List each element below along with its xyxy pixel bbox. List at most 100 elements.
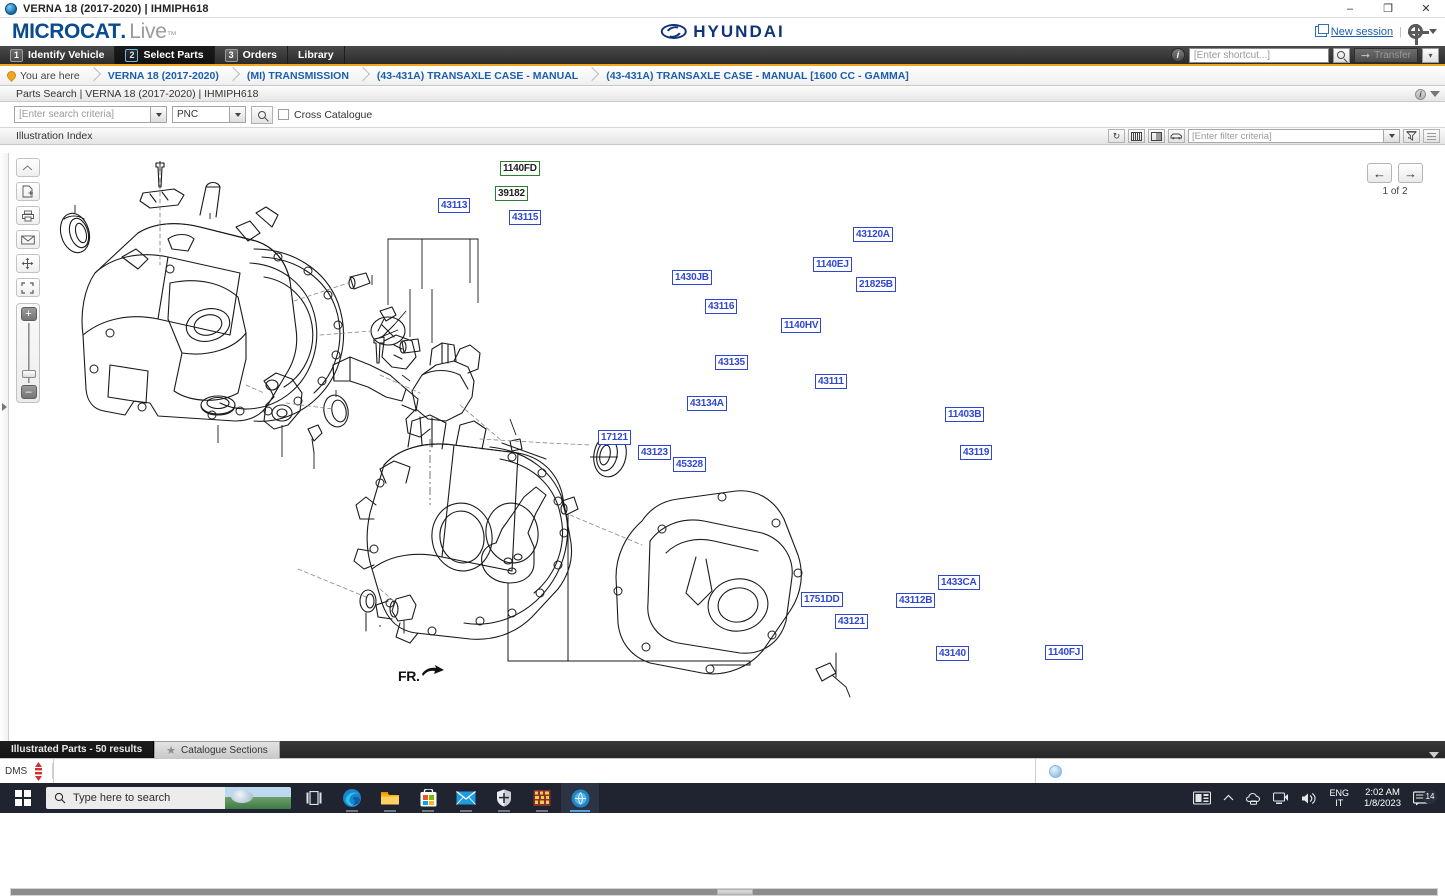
illustration-canvas[interactable]: + – ← → 1 of 2 — [0, 153, 1445, 741]
part-callout-43119[interactable]: 43119 — [960, 445, 992, 460]
collapse-panel-icon[interactable] — [1430, 91, 1440, 97]
breadcrumb-you-are-here: You are here — [16, 66, 89, 85]
new-page-icon[interactable] — [16, 182, 40, 201]
scrollbar-thumb[interactable] — [717, 889, 753, 895]
shortcut-input[interactable]: [Enter shortcut...] — [1189, 48, 1329, 63]
nav-tab-identify-vehicle[interactable]: 1 Identify Vehicle — [0, 46, 115, 64]
new-session-button[interactable]: New session — [1315, 26, 1393, 38]
part-callout-43134A[interactable]: 43134A — [687, 396, 727, 411]
horizontal-scrollbar[interactable] — [10, 888, 1438, 896]
part-callout-43115[interactable]: 43115 — [509, 210, 541, 225]
part-callout-43140[interactable]: 43140 — [936, 646, 969, 661]
collapse-up-icon[interactable] — [16, 158, 40, 177]
expand-panel-icon[interactable] — [2, 403, 7, 411]
start-button[interactable] — [0, 783, 46, 813]
breadcrumb-item-transaxle-case[interactable]: (43-431A) TRANSAXLE CASE - MANUAL — [368, 66, 587, 85]
edge-icon[interactable] — [333, 783, 371, 813]
transfer-dropdown-button[interactable]: ▾ — [1422, 48, 1439, 63]
part-callout-1140HV[interactable]: 1140HV — [781, 318, 821, 333]
nav-tab-select-parts[interactable]: 2 Select Parts — [115, 46, 214, 64]
refresh-icon[interactable]: ↻ — [1108, 129, 1125, 143]
part-callout-43135[interactable]: 43135 — [715, 355, 748, 370]
part-callout-1751DD[interactable]: 1751DD — [801, 592, 843, 607]
pan-icon[interactable] — [16, 254, 40, 273]
funnel-icon[interactable] — [1403, 129, 1420, 143]
task-view-icon[interactable] — [295, 783, 333, 813]
gear-icon[interactable] — [1408, 24, 1423, 39]
nav-tab-orders[interactable]: 3 Orders — [215, 46, 288, 64]
part-callout-17121[interactable]: 17121 — [598, 430, 631, 445]
list-menu-icon[interactable] — [1423, 129, 1440, 143]
zoom-slider[interactable]: + – — [16, 303, 40, 403]
microsoft-store-icon[interactable] — [409, 783, 447, 813]
zoom-out-button[interactable]: – — [21, 385, 37, 399]
part-callout-43116[interactable]: 43116 — [705, 299, 737, 314]
part-callout-1140FJ[interactable]: 1140FJ — [1045, 645, 1083, 660]
close-button[interactable]: ✕ — [1407, 0, 1445, 18]
connection-icon[interactable] — [34, 762, 43, 781]
mail-icon[interactable] — [447, 783, 485, 813]
tab-catalogue-sections[interactable]: ★ Catalogue Sections — [154, 741, 280, 758]
language-indicator[interactable]: ENG IT — [1323, 788, 1357, 808]
breadcrumb-item-vehicle[interactable]: VERNA 18 (2017-2020) — [99, 66, 228, 85]
part-callout-1430JB[interactable]: 1430JB — [672, 270, 712, 285]
part-callout-39182[interactable]: 39182 — [495, 186, 528, 201]
column-view-icon[interactable] — [1148, 129, 1165, 143]
part-callout-1140EJ[interactable]: 1140EJ — [813, 257, 852, 272]
part-callout-1140FD[interactable]: 1140FD — [500, 161, 540, 176]
search-input[interactable]: [Enter search criteria] — [14, 106, 151, 123]
nav-tab-library[interactable]: Library — [288, 46, 345, 64]
cross-catalogue-checkbox[interactable] — [278, 109, 289, 120]
transfer-button[interactable]: ➞ Transfer — [1354, 48, 1418, 63]
taskbar-search-box[interactable]: Type here to search — [46, 787, 291, 809]
grid-view-icon[interactable] — [1128, 129, 1145, 143]
shortcut-search-button[interactable] — [1333, 48, 1350, 63]
zoom-in-button[interactable]: + — [21, 307, 37, 321]
microcat-icon[interactable] — [561, 783, 599, 813]
part-callout-45328[interactable]: 45328 — [673, 457, 706, 472]
filter-input[interactable]: [Enter filter criteria] — [1188, 129, 1384, 143]
onedrive-icon[interactable] — [1240, 792, 1267, 805]
fit-screen-icon[interactable] — [16, 278, 40, 297]
file-explorer-icon[interactable] — [371, 783, 409, 813]
info-icon[interactable]: i — [1171, 48, 1185, 62]
part-callout-43123[interactable]: 43123 — [638, 445, 671, 460]
parts-search-button[interactable] — [251, 106, 273, 124]
email-icon[interactable] — [16, 230, 40, 249]
minimize-button[interactable]: – — [1331, 0, 1369, 18]
part-callout-1433CA[interactable]: 1433CA — [938, 575, 980, 590]
breadcrumb-item-transaxle-case-gamma[interactable]: (43-431A) TRANSAXLE CASE - MANUAL [1600 … — [597, 66, 918, 85]
exploded-parts-diagram[interactable]: 1140FD3918243113431151430JB4311643120A11… — [50, 153, 1340, 723]
part-callout-43113[interactable]: 43113 — [438, 198, 470, 213]
filter-dropdown[interactable] — [1384, 129, 1400, 143]
search-history-dropdown[interactable] — [151, 106, 167, 123]
part-callout-43120A[interactable]: 43120A — [853, 227, 893, 242]
tablet-mode-icon[interactable] — [1187, 791, 1217, 805]
chevron-down-icon[interactable] — [1429, 29, 1437, 34]
part-callout-43121[interactable]: 43121 — [835, 614, 868, 629]
part-callout-21825B[interactable]: 21825B — [856, 277, 896, 292]
tab-illustrated-parts[interactable]: Illustrated Parts - 50 results — [0, 741, 154, 758]
network-icon[interactable] — [1267, 792, 1295, 805]
next-page-button[interactable]: → — [1398, 163, 1423, 183]
notifications-button[interactable]: 14 — [1409, 791, 1439, 806]
vehicle-icon[interactable] — [1168, 129, 1185, 143]
winrar-icon[interactable] — [523, 783, 561, 813]
breadcrumb-item-transmission[interactable]: (MI) TRANSMISSION — [238, 66, 358, 85]
part-callout-11403B[interactable]: 11403B — [945, 407, 984, 422]
part-callout-43112B[interactable]: 43112B — [896, 593, 935, 608]
search-category-select[interactable]: PNC — [172, 106, 230, 123]
part-callout-43111[interactable]: 43111 — [815, 374, 847, 389]
windows-security-icon[interactable] — [485, 783, 523, 813]
main-nav-bar: 1 Identify Vehicle 2 Select Parts 3 Orde… — [0, 46, 1445, 66]
clock[interactable]: 2:02 AM 1/8/2023 — [1356, 787, 1409, 809]
panel-splitter[interactable] — [0, 153, 9, 741]
maximize-button[interactable]: ❐ — [1369, 0, 1407, 18]
print-icon[interactable] — [16, 206, 40, 225]
show-hidden-icons[interactable] — [1217, 794, 1240, 802]
previous-page-button[interactable]: ← — [1367, 163, 1392, 183]
volume-icon[interactable] — [1295, 792, 1323, 805]
search-category-dropdown[interactable] — [230, 106, 246, 123]
zoom-slider-thumb[interactable] — [22, 370, 36, 378]
info-icon[interactable]: i — [1415, 89, 1426, 100]
